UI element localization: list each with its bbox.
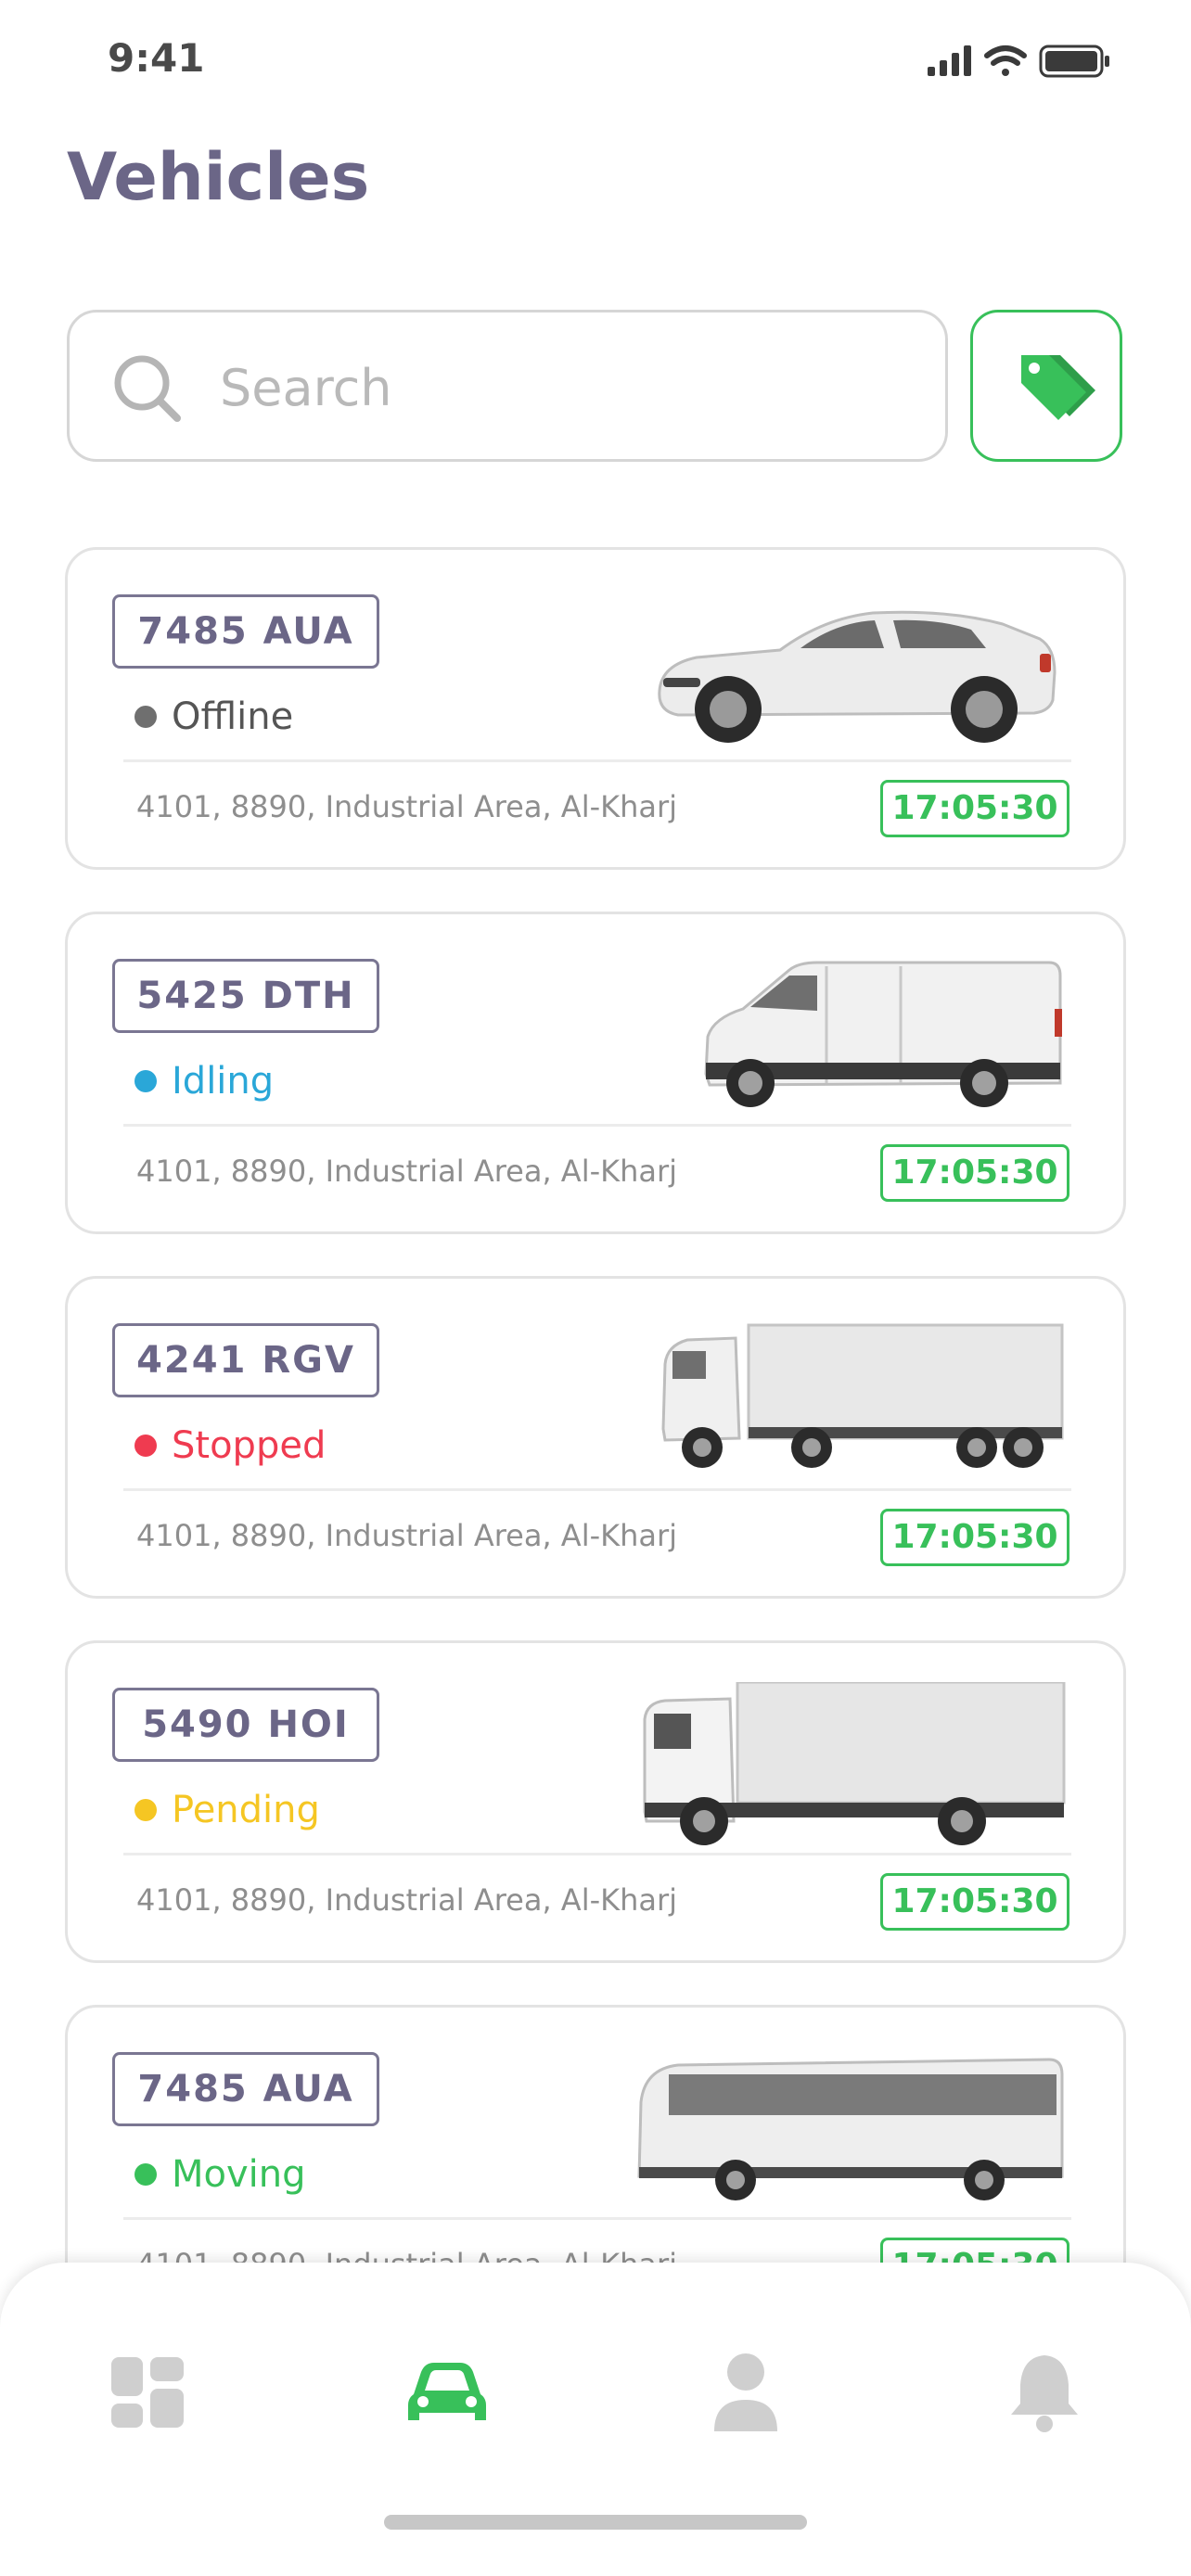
sedan-car-icon [658,610,1057,743]
semi-truck-icon [661,1323,1064,1468]
status-bar: 9:41 [0,0,1191,121]
plate-number: 7485 AUA [112,2052,379,2126]
vehicle-list: 7485 AUA Offline 4101, 8890, Industrial … [0,547,1191,2263]
tag-filter-button[interactable] [970,310,1122,462]
vehicle-address: 4101, 8890, Industrial Area, Al-Kharj [136,1518,678,1553]
card-divider [123,2217,1071,2220]
dashboard-icon [111,2357,184,2428]
page-title: Vehicles [67,139,370,215]
car-icon [408,2363,486,2420]
home-indicator [384,2515,807,2530]
card-divider [123,1488,1071,1491]
vehicle-card[interactable]: 5425 DTH Idling 4101, 8890, Industrial A… [65,912,1126,1234]
status-dot [134,706,157,728]
bell-icon [1011,2355,1078,2432]
plate-number: 5490 HOI [112,1688,379,1762]
status-dot [134,1435,157,1457]
vehicle-card[interactable]: 7485 AUA Offline 4101, 8890, Industrial … [65,547,1126,870]
signal-icon [928,45,971,76]
time-badge: 17:05:30 [880,1873,1069,1931]
vehicle-address: 4101, 8890, Industrial Area, Al-Kharj [136,2247,677,2263]
status-row: Pending [134,1782,320,1838]
status-row: Stopped [134,1418,326,1473]
time-badge: 17:05:30 [880,1509,1069,1566]
time-badge: 17:05:30 [880,2238,1069,2263]
tab-dashboard[interactable] [104,2348,193,2437]
status-time: 9:41 [108,35,205,81]
bus-icon [637,2058,1064,2200]
search-box[interactable] [67,310,948,462]
status-label: Moving [172,2153,306,2196]
plate-number: 7485 AUA [112,594,379,669]
status-label: Pending [172,1789,320,1831]
time-badge: 17:05:30 [880,1144,1069,1202]
vehicle-address: 4101, 8890, Industrial Area, Al-Kharj [136,1154,678,1189]
card-divider [123,1853,1071,1855]
status-dot [134,1799,157,1821]
tab-vehicles[interactable] [403,2348,492,2437]
status-dot [134,1070,157,1092]
wifi-icon [984,45,1027,76]
vehicle-address: 4101, 8890, Industrial Area, Al-Kharj [136,789,678,824]
vehicle-card[interactable]: 4241 RGV Stopped 4101, 8890, Industrial … [65,1276,1126,1599]
vehicle-card[interactable]: 7485 AUA Moving 4101, 8890, Industrial A… [65,2005,1126,2263]
time-badge: 17:05:30 [880,780,1069,837]
status-row: Moving [134,2147,306,2202]
status-label: Offline [172,695,294,738]
status-row: Offline [134,689,293,745]
status-label: Stopped [172,1424,327,1467]
status-dot [134,2163,157,2186]
search-icon [114,355,181,422]
tag-icon [1021,355,1095,420]
vehicle-address: 4101, 8890, Industrial Area, Al-Kharj [136,1882,678,1918]
card-divider [123,1124,1071,1127]
tab-bar [0,2263,1191,2576]
status-icons [928,43,1113,80]
status-label: Idling [172,1060,275,1103]
battery-icon [1039,45,1109,78]
tab-profile[interactable] [701,2348,790,2437]
profile-icon [714,2353,777,2431]
van-icon [704,961,1062,1107]
vehicle-card[interactable]: 5490 HOI Pending 4101, 8890, Industrial … [65,1640,1126,1963]
box-truck-icon [643,1682,1066,1845]
search-input[interactable] [218,340,927,435]
tab-notifications[interactable] [1000,2348,1089,2437]
card-divider [123,759,1071,762]
status-row: Idling [134,1053,274,1109]
plate-number: 4241 RGV [112,1323,379,1397]
plate-number: 5425 DTH [112,959,379,1033]
